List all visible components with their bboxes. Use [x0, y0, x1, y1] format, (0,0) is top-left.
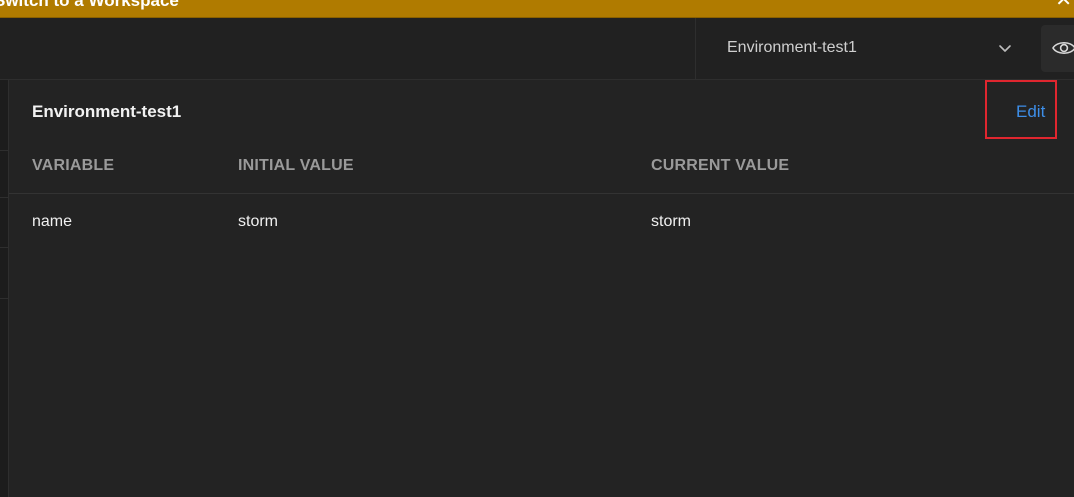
column-header-initial-value: INITIAL VALUE — [238, 157, 354, 174]
edit-button-label: Edit — [1016, 102, 1046, 121]
initial-value-cell: storm — [238, 213, 278, 230]
header-bar: Environment-test1 — [0, 18, 1074, 80]
divider — [0, 150, 8, 151]
chevron-down-icon — [999, 45, 1011, 52]
divider — [0, 298, 8, 299]
left-sidebar-edge — [0, 80, 9, 497]
divider — [9, 193, 1074, 194]
close-icon[interactable]: ✕ — [1055, 0, 1072, 10]
panel-title: Environment-test1 — [32, 102, 182, 121]
divider — [0, 247, 8, 248]
environment-quick-look-panel: Environment-test1 Edit VARIABLE INITIAL … — [9, 80, 1074, 497]
workspace-banner: Switch to a Workspace ✕ — [0, 0, 1074, 18]
variable-cell: name — [32, 213, 73, 230]
divider — [0, 197, 8, 198]
app-root: Switch to a Workspace ✕ Environment-test… — [0, 0, 1074, 497]
environment-selector[interactable]: Environment-test1 — [695, 18, 1040, 79]
current-value-cell: storm — [651, 213, 691, 230]
environment-quick-look-button[interactable] — [1041, 25, 1074, 72]
environment-selector-label: Environment-test1 — [727, 39, 857, 56]
column-header-variable: VARIABLE — [32, 157, 115, 174]
column-header-current-value: CURRENT VALUE — [651, 157, 790, 174]
eye-icon — [1052, 41, 1074, 55]
banner-text: Switch to a Workspace — [0, 0, 179, 10]
edit-button[interactable]: Edit — [985, 80, 1057, 139]
